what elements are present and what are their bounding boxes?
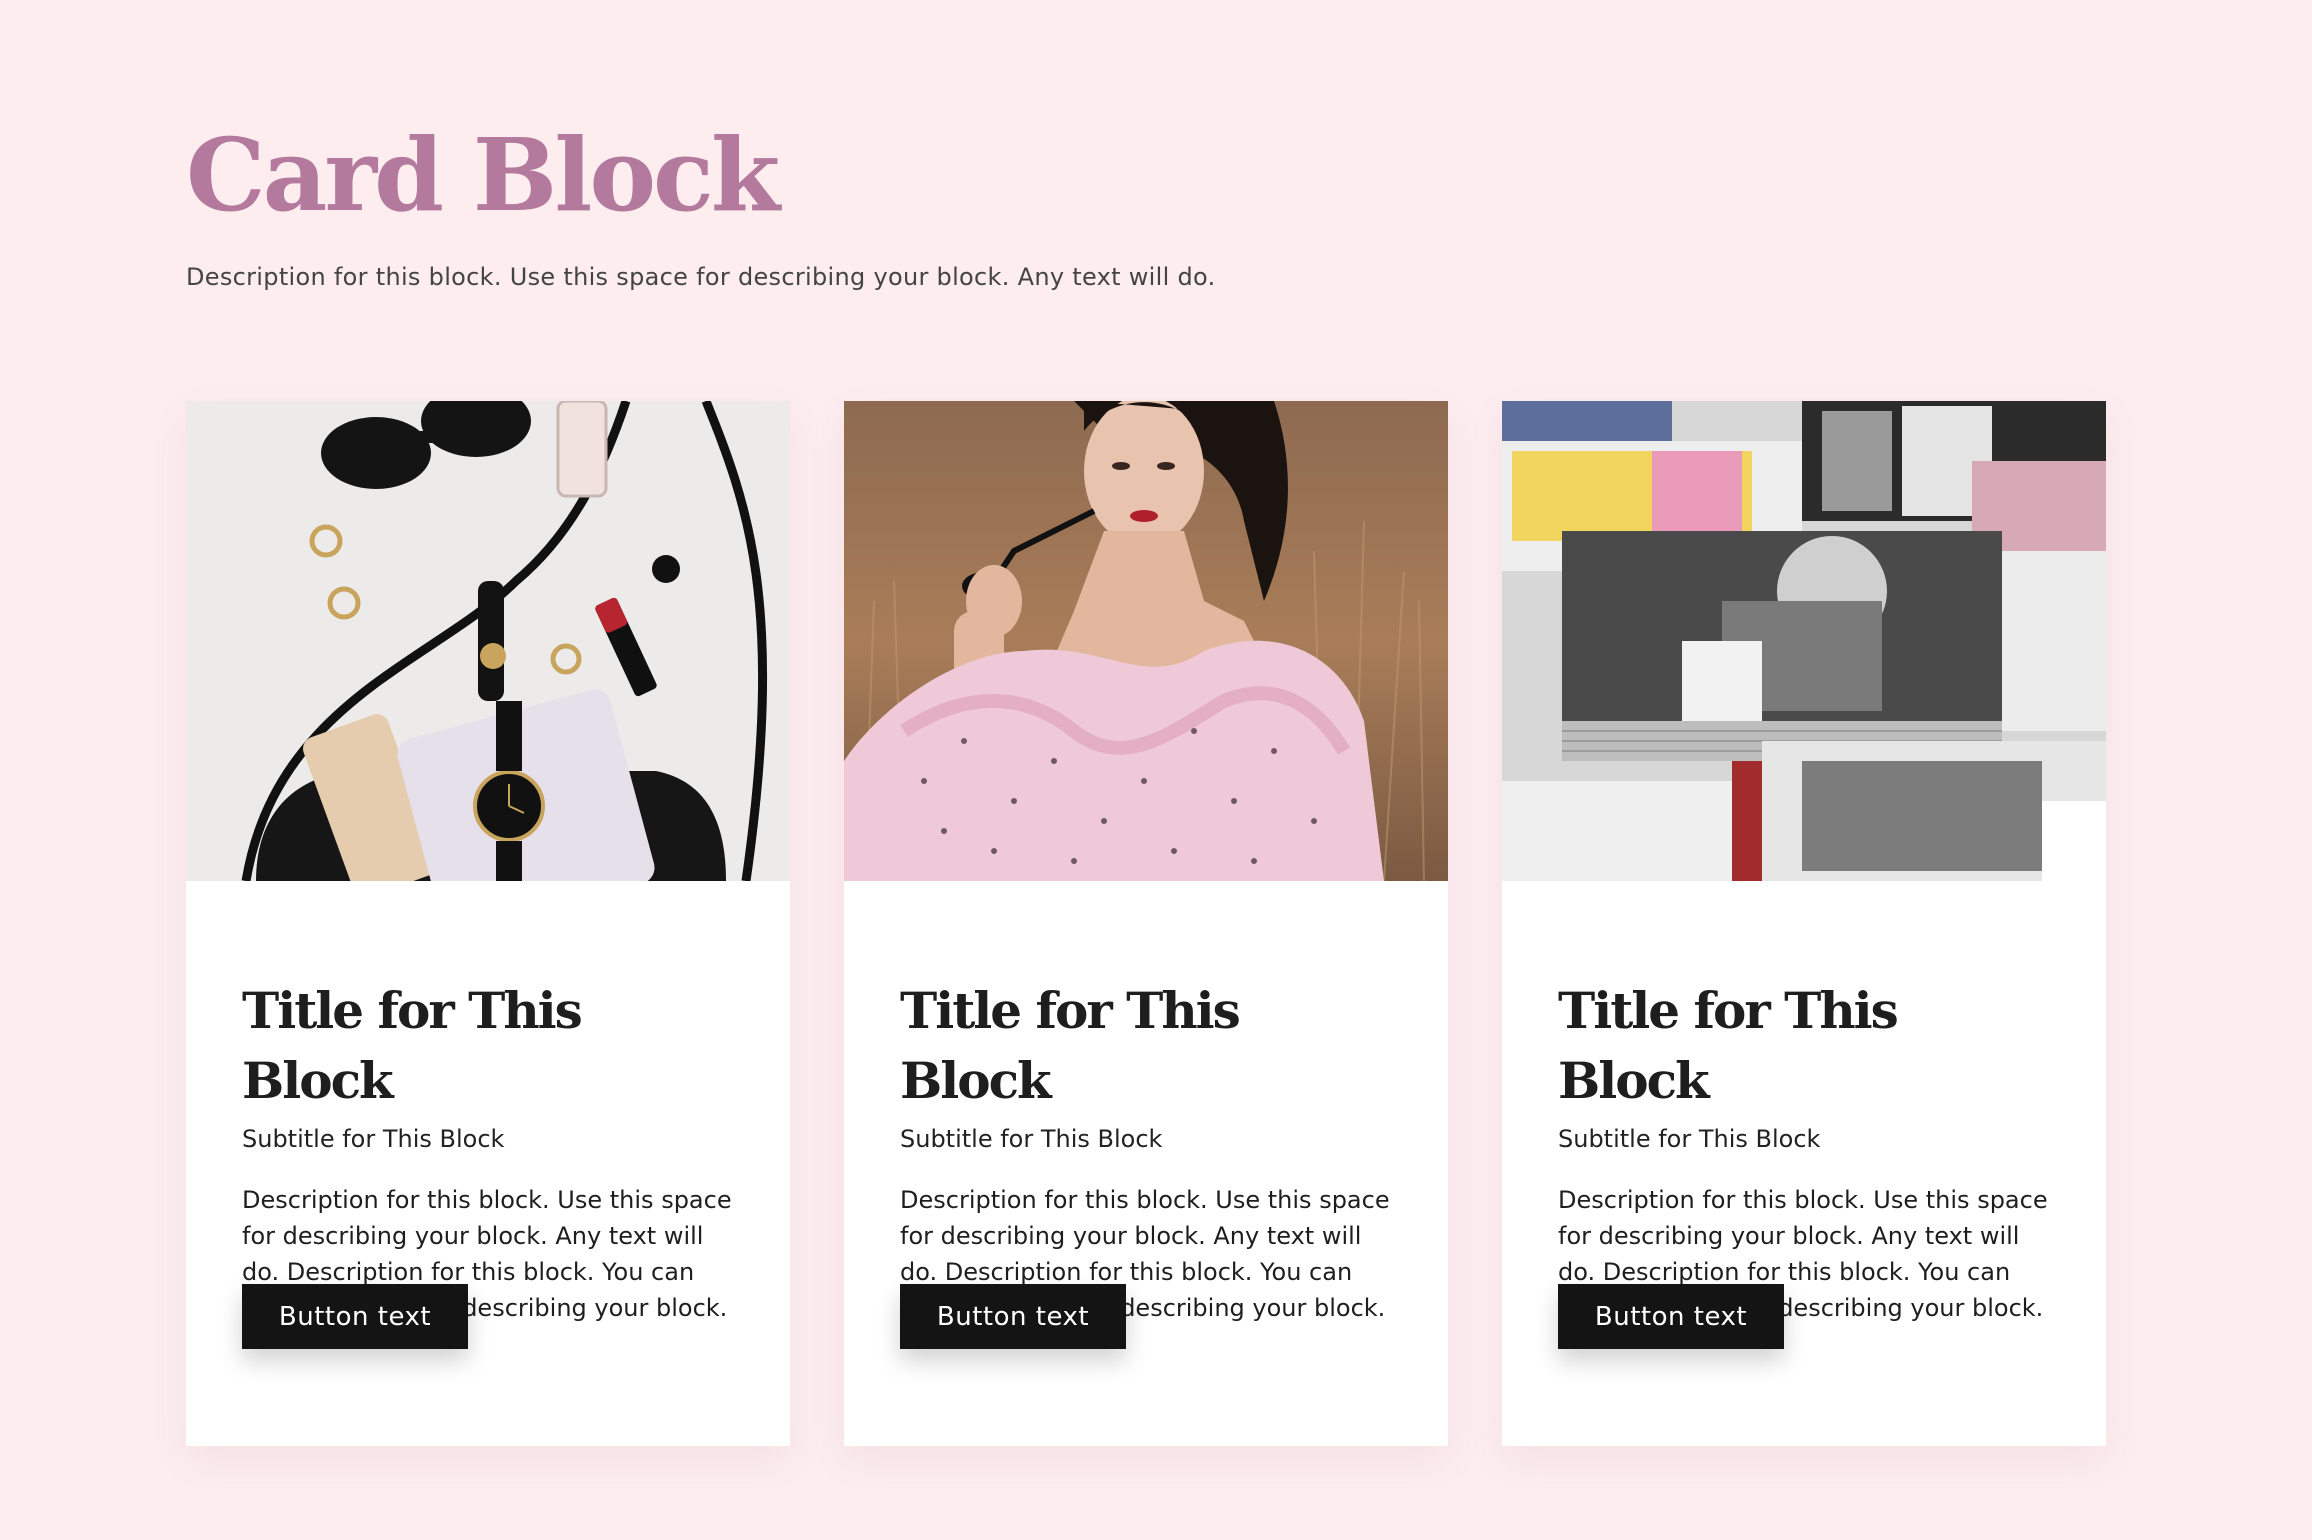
card-title: Title for This Block bbox=[1558, 981, 1899, 1110]
page-title: Card Block bbox=[186, 116, 780, 234]
card-subtitle: Subtitle for This Block bbox=[242, 1125, 505, 1153]
card-grid: Title for This Block Subtitle for This B… bbox=[186, 401, 2106, 1446]
card-1: Title for This Block Subtitle for This B… bbox=[186, 401, 790, 1446]
card-1-button[interactable]: Button text bbox=[242, 1284, 468, 1349]
card-title: Title for This Block bbox=[242, 981, 583, 1110]
page-description: Description for this block. Use this spa… bbox=[186, 263, 1216, 291]
card-2-body: Title for This Block Subtitle for This B… bbox=[900, 976, 1400, 1326]
card-subtitle: Subtitle for This Block bbox=[1558, 1125, 1821, 1153]
card-3: Title for This Block Subtitle for This B… bbox=[1502, 401, 2106, 1446]
card-3-button[interactable]: Button text bbox=[1558, 1284, 1784, 1349]
card-3-image bbox=[1502, 401, 2106, 881]
card-2-image bbox=[844, 401, 1448, 881]
card-subtitle: Subtitle for This Block bbox=[900, 1125, 1163, 1153]
card-2: Title for This Block Subtitle for This B… bbox=[844, 401, 1448, 1446]
card-2-button[interactable]: Button text bbox=[900, 1284, 1126, 1349]
card-title: Title for This Block bbox=[900, 981, 1241, 1110]
card-1-image bbox=[186, 401, 790, 881]
block-header: Card Block Description for this block. U… bbox=[186, 110, 1686, 294]
card-1-body: Title for This Block Subtitle for This B… bbox=[242, 976, 742, 1326]
card-3-body: Title for This Block Subtitle for This B… bbox=[1558, 976, 2058, 1326]
